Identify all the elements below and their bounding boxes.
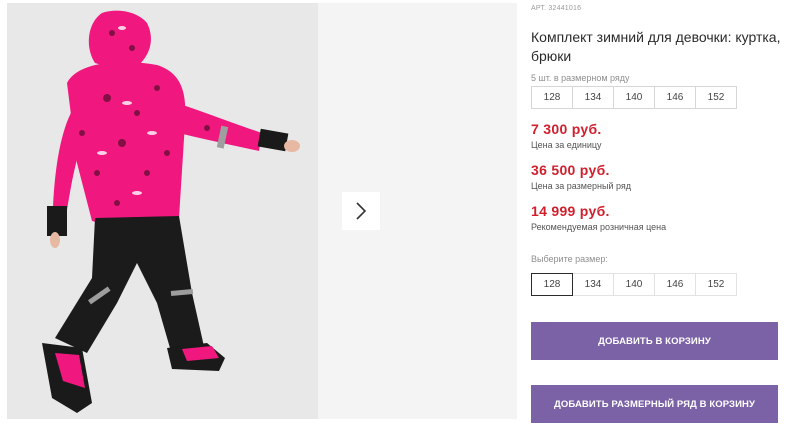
- size-option-128[interactable]: 128: [531, 273, 573, 296]
- product-gallery: [0, 0, 517, 431]
- product-photo: [7, 3, 318, 419]
- size-pack-item: 140: [613, 86, 655, 109]
- size-pack-item: 152: [695, 86, 737, 109]
- size-select-label: Выберите размер:: [531, 254, 608, 264]
- size-option-134[interactable]: 134: [572, 273, 614, 296]
- row-price-label: Цена за размерный ряд: [531, 181, 632, 191]
- retail-price-label: Рекомендуемая розничная цена: [531, 222, 667, 232]
- add-to-cart-button[interactable]: ДОБАВИТЬ В КОРЗИНУ: [531, 322, 778, 360]
- child-in-winter-suit-image: [7, 3, 318, 419]
- size-option-140[interactable]: 140: [613, 273, 655, 296]
- unit-price-label: Цена за единицу: [531, 140, 602, 150]
- size-pack-item: 128: [531, 86, 573, 109]
- chevron-right-icon: [356, 202, 367, 220]
- gallery-next-button[interactable]: [342, 192, 380, 230]
- size-pack-item: 146: [654, 86, 696, 109]
- size-option-146[interactable]: 146: [654, 273, 696, 296]
- product-title: Комплект зимний для девочки: куртка, брю…: [531, 29, 781, 64]
- add-size-row-to-cart-button[interactable]: ДОБАВИТЬ РАЗМЕРНЫЙ РЯД В КОРЗИНУ: [531, 385, 778, 423]
- product-sku: АРТ. 32441016: [531, 5, 582, 12]
- size-pack-label: 5 шт. в размерном ряду: [531, 73, 630, 83]
- row-price: 36 500 руб.: [531, 162, 610, 178]
- size-pack-list: 128 134 140 146 152: [531, 86, 737, 109]
- size-pack-item: 134: [572, 86, 614, 109]
- size-selector: 128 134 140 146 152: [531, 273, 737, 296]
- size-option-152[interactable]: 152: [695, 273, 737, 296]
- unit-price: 7 300 руб.: [531, 121, 602, 137]
- retail-price: 14 999 руб.: [531, 203, 610, 219]
